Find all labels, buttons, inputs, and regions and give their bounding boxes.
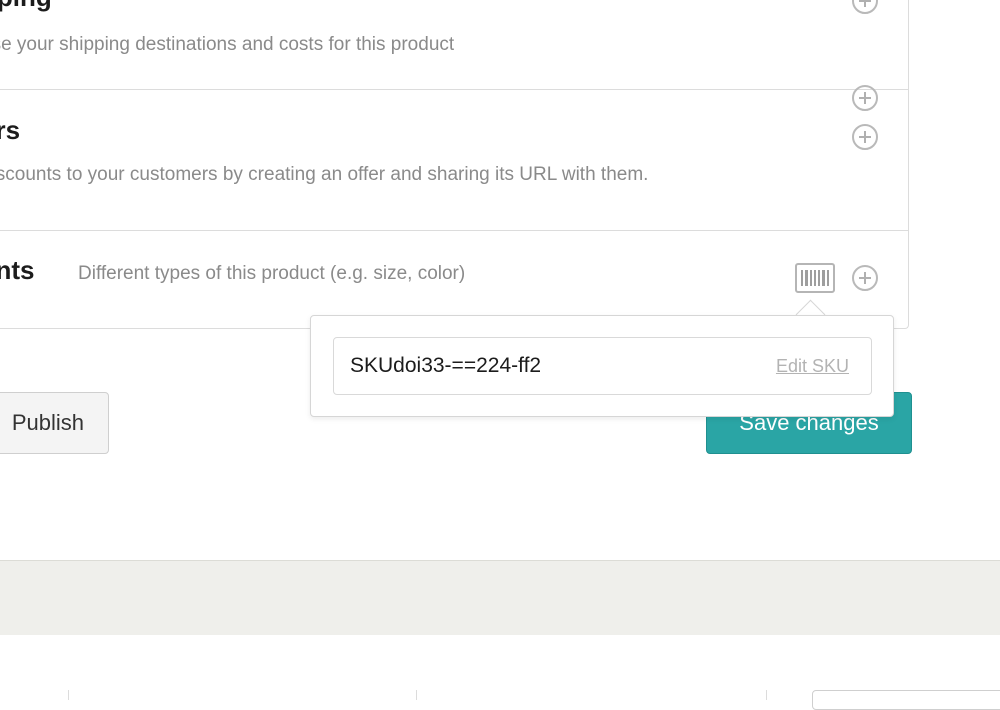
offers-section: ers discounts to your customers by creat… [0,85,908,231]
offers-title: ers [0,115,21,145]
offers-description: discounts to your customers by creating … [0,164,649,185]
variants-title: ants [0,255,35,285]
footer-band [0,560,1000,636]
sku-field[interactable]: SKUdoi33-==224-ff2 Edit SKU [333,337,872,395]
sku-value: SKUdoi33-==224-ff2 [350,354,542,377]
column-divider [766,690,767,700]
barcode-icon[interactable] [795,263,835,293]
shipping-title: pping [0,0,52,13]
shipping-add-icon[interactable] [852,0,878,14]
publish-button[interactable]: Publish [0,392,109,454]
sku-popover: SKUdoi33-==224-ff2 Edit SKU [310,315,894,417]
variants-plus-icon[interactable] [852,265,878,291]
offers-plus-icon[interactable] [852,124,878,150]
edit-sku-link[interactable]: Edit SKU [776,356,849,377]
shipping-section: pping ose your shipping destinations and… [0,0,908,90]
column-divider [68,690,69,700]
shipping-description: ose your shipping destinations and costs… [0,34,455,55]
product-options-panel: pping ose your shipping destinations and… [0,0,909,329]
offers-add-icon[interactable] [852,85,878,111]
variants-description: Different types of this product (e.g. si… [78,263,466,284]
bottom-input-field[interactable] [812,690,1000,710]
column-divider [416,690,417,700]
